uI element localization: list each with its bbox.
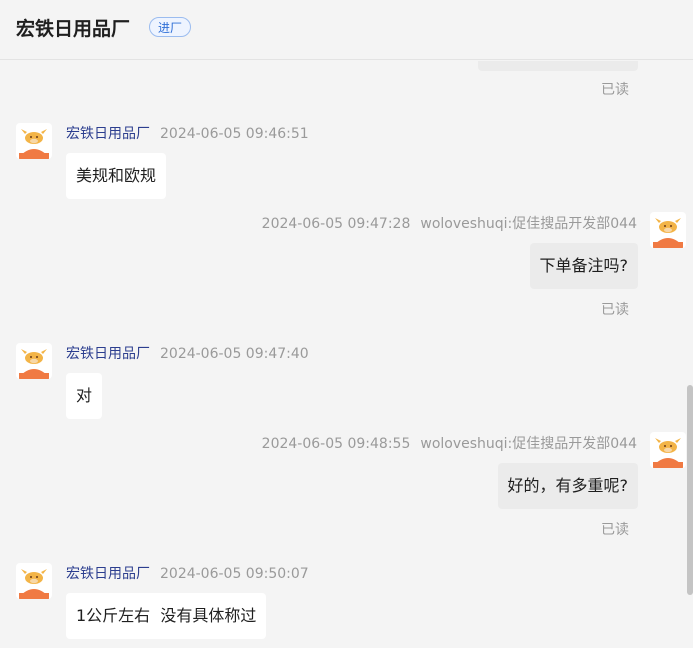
partial-message-bubble — [478, 61, 638, 71]
bull-avatar-icon — [653, 218, 683, 248]
message-meta: 宏铁日用品厂 2024-06-05 09:47:40 — [66, 343, 309, 363]
message-time: 2024-06-05 09:50:07 — [160, 566, 309, 582]
bull-avatar-icon — [19, 349, 49, 379]
read-status: 已读 — [601, 522, 629, 538]
message-time: 2024-06-05 09:48:55 — [261, 436, 411, 452]
message-meta: 2024-06-05 09:48:55 woloveshuqi:促佳搜品开发部04… — [262, 433, 637, 453]
scrollbar-thumb[interactable] — [687, 385, 693, 595]
message-meta: 宏铁日用品厂 2024-06-05 09:50:07 — [66, 563, 309, 583]
outgoing-message[interactable]: 好的，有多重呢? — [497, 463, 638, 509]
avatar[interactable] — [16, 343, 52, 379]
bull-avatar-icon — [19, 129, 49, 159]
bull-avatar-icon — [653, 438, 683, 468]
avatar[interactable] — [16, 123, 52, 159]
avatar[interactable] — [650, 432, 686, 468]
incoming-message[interactable]: 对 — [66, 373, 103, 419]
sender-name: woloveshuqi:促佳搜品开发部044 — [420, 436, 637, 452]
sender-name[interactable]: 宏铁日用品厂 — [66, 346, 150, 362]
sender-name[interactable]: 宏铁日用品厂 — [66, 126, 150, 142]
message-time: 2024-06-05 09:47:40 — [160, 346, 309, 362]
message-meta: 2024-06-05 09:47:28 woloveshuqi:促佳搜品开发部04… — [262, 213, 637, 233]
sender-name[interactable]: 宏铁日用品厂 — [66, 566, 150, 582]
chat-header: 宏铁日用品厂 进厂 — [0, 0, 693, 60]
factory-tag[interactable]: 进厂 — [149, 17, 192, 37]
avatar[interactable] — [16, 563, 52, 599]
sender-name: woloveshuqi:促佳搜品开发部044 — [420, 216, 637, 232]
outgoing-message[interactable]: 下单备注吗? — [529, 243, 638, 289]
avatar[interactable] — [650, 212, 686, 248]
chat-title: 宏铁日用品厂 — [16, 18, 131, 40]
bull-avatar-icon — [19, 569, 49, 599]
read-status: 已读 — [601, 82, 629, 98]
message-list[interactable]: 已读 宏铁日用品厂 2024-06-05 09:46:51 美规和欧规 2024-… — [0, 61, 693, 648]
incoming-message[interactable]: 1公斤左右 没有具体称过 — [66, 593, 267, 639]
message-time: 2024-06-05 09:47:28 — [261, 216, 411, 232]
read-status: 已读 — [601, 302, 629, 318]
message-time: 2024-06-05 09:46:51 — [160, 126, 309, 142]
incoming-message[interactable]: 美规和欧规 — [66, 153, 167, 199]
message-meta: 宏铁日用品厂 2024-06-05 09:46:51 — [66, 123, 309, 143]
